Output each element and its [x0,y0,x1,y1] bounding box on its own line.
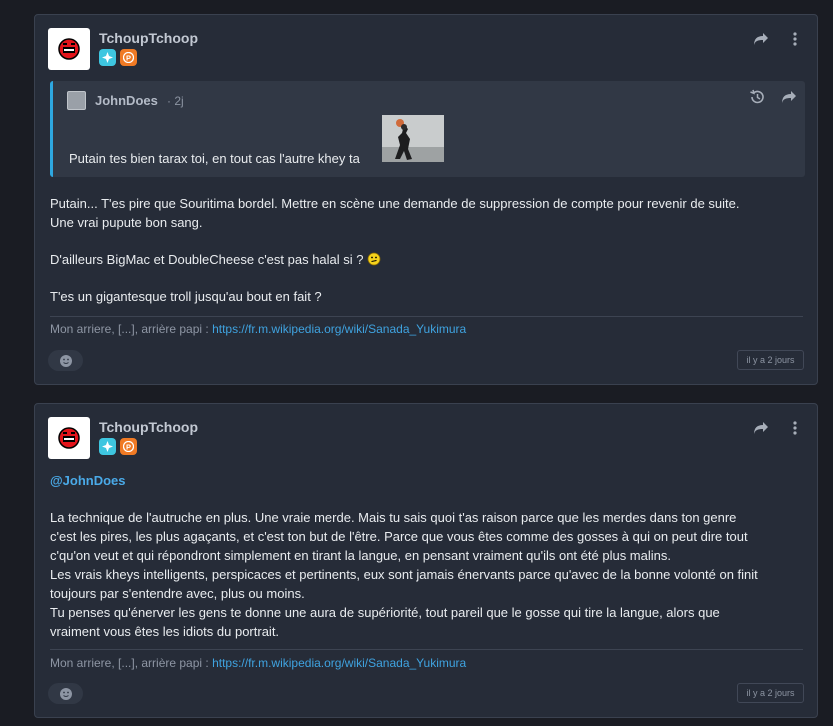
body-line: La technique de l'autruche en plus. Une … [50,510,737,525]
signature-text: Mon arriere, [...], arrière papi : [50,656,209,670]
sparkle-badge-icon [99,49,116,66]
body-line: T'es un gigantesque troll jusqu'au bout … [50,289,322,304]
more-options-icon[interactable] [785,418,805,438]
thinking-smiley-icon [367,252,381,266]
author-name[interactable]: TchoupTchoop [99,30,198,46]
svg-text:P: P [126,442,131,451]
body-line: Tu penses qu'énerver les gens te donne u… [50,605,720,620]
body-line: D'ailleurs BigMac et DoubleCheese c'est … [50,250,810,269]
signature-link[interactable]: https://fr.m.wikipedia.org/wiki/Sanada_Y… [212,656,466,670]
reaction-button[interactable] [48,350,83,371]
signature: Mon arriere, [...], arrière papi : https… [50,656,466,670]
sparkle-badge-icon [99,438,116,455]
body-line: Les vrais kheys intelligents, perspicace… [50,567,758,582]
signature-divider [50,316,803,317]
signature-divider [50,649,803,650]
share-icon[interactable] [751,29,771,49]
body-line: vraiment vous êtes les idiots du portrai… [50,624,280,639]
forum-post: TchoupTchoop P JohnDoes · 2j Putain tes … [34,14,818,385]
body-line: toujours par s'entendre avec, plus ou mo… [50,586,305,601]
author-name[interactable]: TchoupTchoop [99,419,198,435]
author-avatar[interactable] [48,417,90,459]
p-badge-icon: P [120,49,137,66]
more-options-icon[interactable] [785,29,805,49]
post-body: Putain... T'es pire que Souritima bordel… [50,194,810,306]
quoted-message: JohnDoes · 2j Putain tes bien tarax toi,… [50,81,805,177]
quote-time: · 2j [167,94,184,108]
author-badges: P [99,438,137,455]
author-avatar[interactable] [48,28,90,70]
quote-author-name[interactable]: JohnDoes [95,93,158,108]
post-timestamp[interactable]: il y a 2 jours [737,683,804,703]
add-reaction-icon [59,687,72,700]
p-badge-icon: P [120,438,137,455]
signature-text: Mon arriere, [...], arrière papi : [50,322,209,336]
quote-author-avatar[interactable] [67,91,86,110]
angry-face-icon [58,427,80,449]
body-line: c'qu'on veut et qui répondront simplemen… [50,548,671,563]
history-icon[interactable] [747,87,767,107]
quote-text: Putain tes bien tarax toi, en tout cas l… [69,151,360,166]
mention-link[interactable]: @JohnDoes [50,471,810,490]
signature-link[interactable]: https://fr.m.wikipedia.org/wiki/Sanada_Y… [212,322,466,336]
add-reaction-icon [59,354,72,367]
body-line: Une vrai pupute bon sang. [50,215,203,230]
author-badges: P [99,49,137,66]
share-icon[interactable] [751,418,771,438]
quote-share-icon[interactable] [779,87,799,107]
post-body: @JohnDoes La technique de l'autruche en … [50,471,810,641]
angry-face-icon [58,38,80,60]
body-line: c'est les pires, les plus agaçants, et c… [50,529,748,544]
quote-image[interactable] [382,115,444,162]
reaction-button[interactable] [48,683,83,704]
post-timestamp[interactable]: il y a 2 jours [737,350,804,370]
svg-text:P: P [126,53,131,62]
forum-post: TchoupTchoop P @JohnDoes La technique de… [34,403,818,718]
body-line: Putain... T'es pire que Souritima bordel… [50,196,740,211]
signature: Mon arriere, [...], arrière papi : https… [50,322,466,336]
